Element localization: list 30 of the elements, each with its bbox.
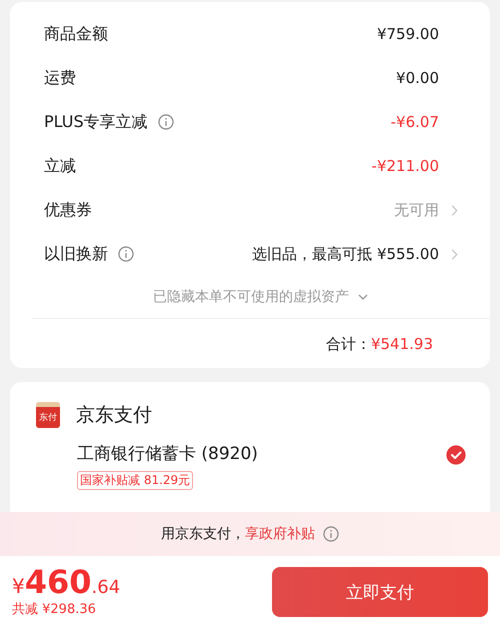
payment-logo: 东付 [36,402,60,428]
row-value: -¥6.07 [390,113,439,131]
row-label: PLUS专享立减 [44,112,148,132]
hidden-assets-link[interactable]: 已隐藏本单不可使用的虚拟资产 [153,288,349,306]
chevron-down-icon[interactable] [357,293,369,301]
check-icon[interactable] [446,445,466,465]
row-label: 以旧换新 [44,244,108,264]
total-label: 合计： [326,334,371,354]
pay-amount: ¥460.64 [12,566,120,598]
bank-card-name[interactable]: 工商银行储蓄卡 (8920) [77,442,258,465]
saved-amount: 共减 ¥298.36 [12,601,97,618]
chevron-icon[interactable] [451,248,458,260]
subsidy-tag: 国家补贴减 81.29元 [77,471,194,490]
row-label: 优惠券 [44,200,92,220]
row-value: 选旧品，最高可抵 ¥555.00 [252,244,439,264]
pay-now-button[interactable]: 立即支付 [272,567,488,617]
row-label: 商品金额 [44,24,108,44]
row-value: ¥759.00 [376,25,439,43]
row-value: -¥211.00 [372,157,439,175]
banner-text: 用京东支付，享政府补贴 [161,525,315,543]
info-icon[interactable] [158,114,174,130]
row-label: 运费 [44,68,76,88]
row-value: ¥0.00 [396,69,439,87]
total-value: ¥541.93 [370,335,433,353]
row-label: 立减 [44,156,76,176]
info-icon[interactable] [323,526,339,542]
info-icon[interactable] [118,246,134,262]
chevron-icon[interactable] [451,204,458,216]
payment-title: 京东支付 [76,403,152,428]
row-value: 无可用 [394,200,439,220]
